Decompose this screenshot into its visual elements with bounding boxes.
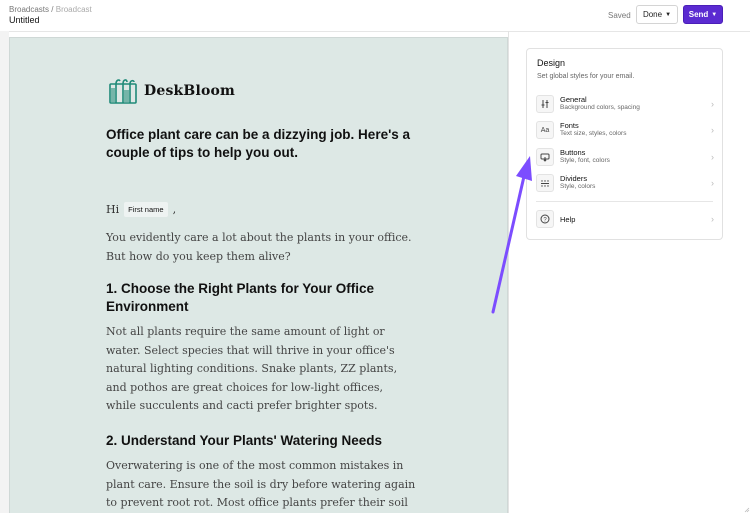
greeting-line[interactable]: Hi First name , [106,202,176,217]
greeting-text: Hi [106,203,120,216]
design-item-buttons[interactable]: Buttons Style, font, colors › [536,147,716,169]
email-preview[interactable]: DeskBloom Office plant care can be a diz… [9,37,508,513]
breadcrumb-broadcasts[interactable]: Broadcasts [9,5,49,14]
design-item-label: Fonts [560,121,579,130]
send-label: Send [688,10,709,19]
design-item-fonts[interactable]: Aa Fonts Text size, styles, colors › [536,120,716,142]
page-title[interactable]: Untitled [9,15,40,25]
breadcrumb: Broadcasts / Broadcast [9,5,92,14]
help-label: Help [560,215,576,224]
email-headline[interactable]: Office plant care can be a dizzying job.… [106,126,416,162]
sliders-icon [536,95,554,113]
top-bar: Broadcasts / Broadcast Untitled Saved Do… [0,0,750,32]
chevron-right-icon: › [711,99,714,109]
brand-name: DeskBloom [144,83,236,99]
caret-down-icon: ▼ [711,11,718,18]
design-item-label: Dividers [560,174,588,183]
chevron-right-icon: › [711,125,714,135]
font-icon: Aa [536,121,554,139]
section-heading-1[interactable]: 1. Choose the Right Plants for Your Offi… [106,280,416,316]
resize-grip-icon[interactable] [744,500,750,513]
help-item[interactable]: ? Help › [536,209,716,231]
design-item-general[interactable]: General Background colors, spacing › [536,94,716,116]
brand-logo: DeskBloom [107,78,235,104]
design-item-dividers[interactable]: Dividers Style, colors › [536,173,716,195]
design-item-label: Buttons [560,148,586,157]
done-label: Done [642,10,663,19]
design-panel: Design Set global styles for your email.… [526,48,723,240]
send-button[interactable]: Send ▼ [683,5,723,24]
chevron-right-icon: › [711,214,714,224]
design-item-description: Style, colors [560,183,596,190]
panel-divider [536,201,713,202]
first-name-merge-tag[interactable]: First name [124,202,168,217]
plant-logo-icon [109,79,137,104]
design-panel-title: Design [537,58,566,68]
editor-gutter [0,31,9,513]
design-item-description: Style, font, colors [560,157,610,164]
intro-paragraph[interactable]: You evidently care a lot about the plant… [106,229,416,266]
annotation-arrow [491,156,532,314]
chevron-right-icon: › [711,152,714,162]
greeting-comma: , [172,203,177,216]
section-heading-2[interactable]: 2. Understand Your Plants' Watering Need… [106,432,416,450]
breadcrumb-current: Broadcast [55,5,92,14]
done-button[interactable]: Done ▼ [636,5,678,24]
section-paragraph-2[interactable]: Overwatering is one of the most common m… [106,457,416,513]
breadcrumb-separator: / [51,5,54,14]
chevron-right-icon: › [711,178,714,188]
section-paragraph-1[interactable]: Not all plants require the same amount o… [106,323,416,416]
design-panel-subtitle: Set global styles for your email. [537,73,635,80]
caret-down-icon: ▼ [665,11,672,18]
design-item-description: Background colors, spacing [560,104,640,111]
design-item-description: Text size, styles, colors [560,130,627,137]
save-status: Saved [608,11,631,20]
design-item-label: General [560,95,587,104]
